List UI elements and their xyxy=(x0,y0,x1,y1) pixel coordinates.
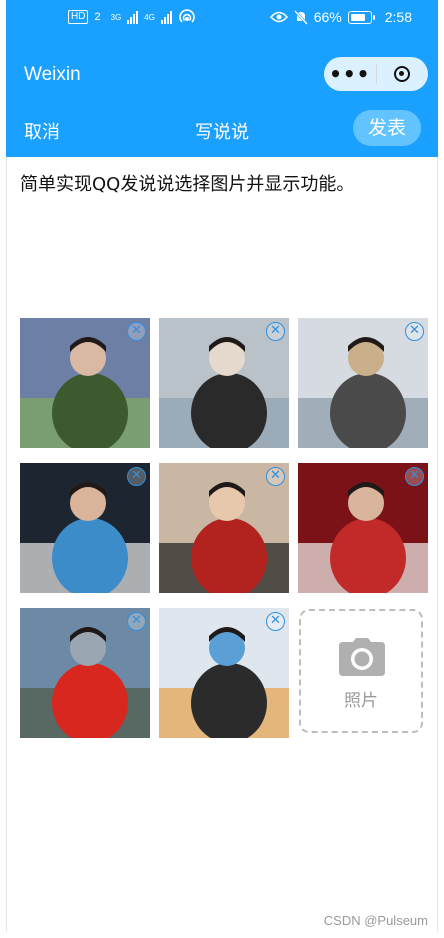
remove-photo-icon[interactable]: ✕ xyxy=(127,322,146,341)
battery-percent: 66% xyxy=(313,9,342,25)
sim-number: 2 xyxy=(94,11,101,23)
remove-photo-icon[interactable]: ✕ xyxy=(266,612,285,631)
remove-photo-icon[interactable]: ✕ xyxy=(266,467,285,486)
more-dots-icon[interactable]: ••• xyxy=(324,57,376,91)
camera-icon xyxy=(339,638,385,676)
photo-8[interactable]: ✕ xyxy=(159,608,289,738)
remove-photo-icon[interactable]: ✕ xyxy=(266,322,285,341)
add-photo-label: 照片 xyxy=(344,691,378,711)
photo-1[interactable]: ✕ xyxy=(20,318,150,448)
eye-icon xyxy=(269,11,288,23)
post-toolbar: 写说说 取消 发表 xyxy=(6,108,438,152)
header: HD 2 3G 4G 66% 2:58 Weixin ••• 写说说 取消 发表 xyxy=(6,0,438,157)
publish-button[interactable]: 发表 xyxy=(353,110,421,146)
signal-4g-label: 4G xyxy=(144,12,155,22)
photo-4[interactable]: ✕ xyxy=(20,463,150,593)
target-circle-icon[interactable] xyxy=(376,66,428,82)
remove-photo-icon[interactable]: ✕ xyxy=(405,467,424,486)
photo-2[interactable]: ✕ xyxy=(159,318,289,448)
hd-badge: HD xyxy=(68,10,89,24)
signal-icon xyxy=(127,10,139,24)
remove-photo-icon[interactable]: ✕ xyxy=(127,467,146,486)
capsule-menu: ••• xyxy=(324,57,428,91)
signal-icon-2 xyxy=(160,10,172,24)
clock: 2:58 xyxy=(384,9,412,25)
status-bar: HD 2 3G 4G 66% 2:58 xyxy=(6,0,438,36)
battery-icon xyxy=(347,10,375,24)
add-photo-button[interactable]: 照片 xyxy=(299,609,423,733)
post-text-area[interactable]: 简单实现QQ发说说选择图片并显示功能。 xyxy=(20,170,420,196)
photo-5[interactable]: ✕ xyxy=(159,463,289,593)
watermark: CSDN @Pulseum xyxy=(323,913,428,928)
mini-program-nav: Weixin ••• xyxy=(6,52,438,96)
mute-bell-icon xyxy=(293,9,308,25)
remove-photo-icon[interactable]: ✕ xyxy=(405,322,424,341)
photo-3[interactable]: ✕ xyxy=(298,318,428,448)
app-title: Weixin xyxy=(24,64,81,85)
photo-7[interactable]: ✕ xyxy=(20,608,150,738)
remove-photo-icon[interactable]: ✕ xyxy=(127,612,146,631)
photo-6[interactable]: ✕ xyxy=(298,463,428,593)
cancel-button[interactable]: 取消 xyxy=(24,118,60,144)
hotspot-icon xyxy=(179,9,195,23)
signal-3g-label: 3G xyxy=(110,12,122,22)
